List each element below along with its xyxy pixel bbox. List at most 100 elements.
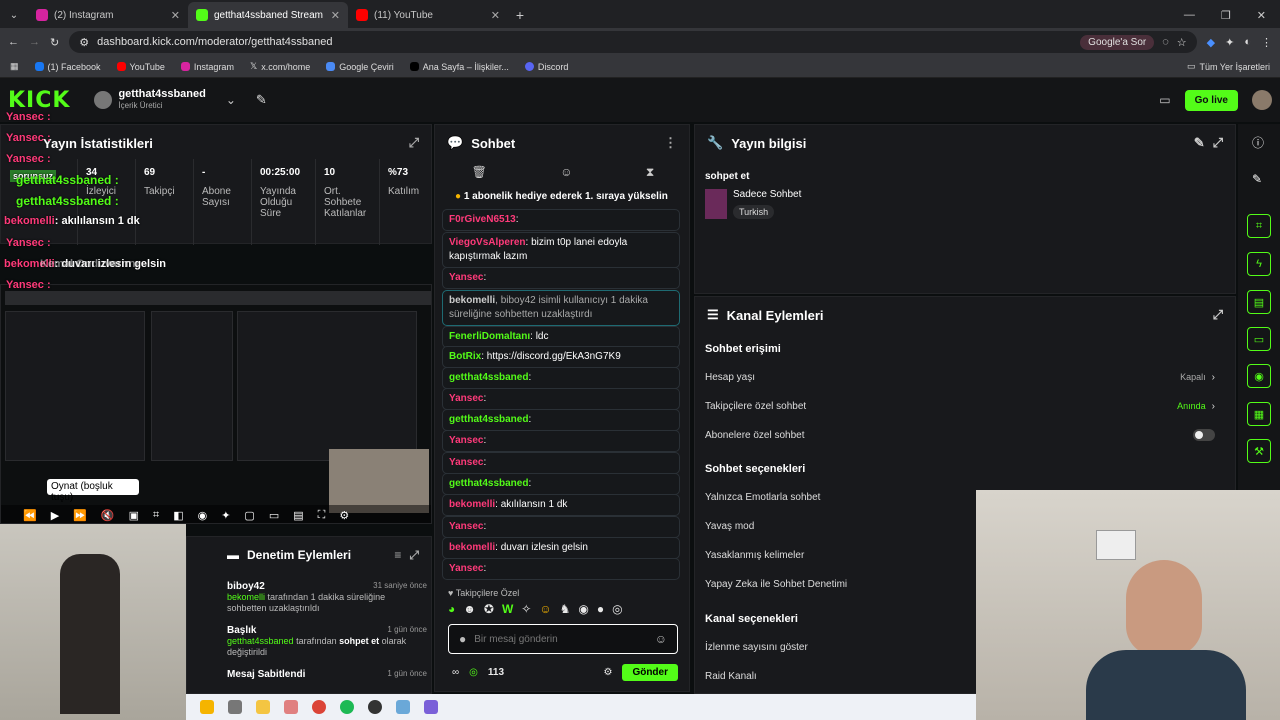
app-icon[interactable] xyxy=(284,700,298,714)
setting-emotes-only[interactable]: Yalnızca Emotlarla sohbet xyxy=(695,483,935,511)
eye-off-icon[interactable]: ◌ xyxy=(1162,36,1169,48)
filter-icon[interactable]: ≡ xyxy=(394,548,401,562)
app-icon[interactable] xyxy=(424,700,438,714)
tab-search-icon[interactable]: ⌄ xyxy=(0,2,28,28)
expand-icon[interactable]: ⤢ xyxy=(409,548,419,563)
setting-account-age[interactable]: Hesap yaşı Kapalı › xyxy=(695,363,1225,391)
minimize-icon[interactable]: — xyxy=(1184,9,1195,21)
spotify-icon[interactable] xyxy=(340,700,354,714)
chat-username[interactable]: ViegoVsAlperen xyxy=(449,237,526,248)
emote[interactable]: ◕ xyxy=(448,602,455,622)
info-icon[interactable]: ⓘ xyxy=(1252,134,1264,151)
pencil-icon[interactable]: ✎ xyxy=(1252,172,1262,186)
mute-icon[interactable]: 🔇 xyxy=(101,509,115,522)
chat-username[interactable]: getthat4ssbaned xyxy=(449,414,528,425)
sparkle-icon[interactable]: ✦ xyxy=(221,509,230,522)
setting-raid[interactable]: Raid Kanalı xyxy=(695,662,935,690)
reload-icon[interactable]: ↻ xyxy=(50,36,59,49)
fullscreen-icon[interactable]: ⛶ xyxy=(318,509,326,522)
bookmark-instagram[interactable]: Instagram xyxy=(180,62,234,72)
bookmark-x[interactable]: 𝕏x.com/home xyxy=(250,61,310,72)
new-tab-button[interactable]: + xyxy=(508,2,532,28)
user-avatar[interactable] xyxy=(1252,90,1272,110)
broadcast-icon[interactable]: ◉ xyxy=(1247,364,1271,388)
document-icon[interactable]: ▤ xyxy=(1247,290,1271,314)
emote[interactable]: ♞ xyxy=(560,602,571,622)
bookmark-star-icon[interactable]: ☆ xyxy=(1177,36,1187,49)
emote[interactable]: ✧ xyxy=(521,602,531,622)
emote[interactable]: ◎ xyxy=(612,602,622,622)
camera-icon[interactable]: ▣ xyxy=(129,509,139,522)
close-window-icon[interactable]: ✕ xyxy=(1257,9,1266,22)
folder-icon[interactable] xyxy=(256,700,270,714)
chat-username[interactable]: bekomelli xyxy=(449,295,495,306)
chat-username[interactable]: getthat4ssbaned xyxy=(449,478,528,489)
chat-username[interactable]: bekomelli xyxy=(449,542,495,553)
bookmark-youtube[interactable]: YouTube xyxy=(116,62,165,72)
bookmark-translate[interactable]: Google Çeviri xyxy=(326,62,394,72)
bookmark-facebook[interactable]: (1) Facebook xyxy=(34,62,101,72)
wrench-icon[interactable]: ⚒ xyxy=(1247,439,1271,463)
setting-subs-chat[interactable]: Abonelere özel sohbet xyxy=(695,421,1225,449)
chat-username[interactable]: Yansec xyxy=(449,521,483,532)
stream-preview[interactable]: Oynat (boşluk tuşu) ⏪ ▶ ⏩ 🔇 ▣ ⌗ ◧ ◉ ✦ ▢ ▭ ▤ ⛶ ⚙ xyxy=(0,284,432,524)
chevron-down-icon[interactable]: ⌄ xyxy=(226,93,236,107)
all-bookmarks[interactable]: ▭ Tüm Yer İşaretleri xyxy=(1187,61,1270,72)
tab-youtube[interactable]: (11) YouTube ✕ xyxy=(348,2,508,28)
expand-icon[interactable]: ⤢ xyxy=(1213,307,1223,323)
forward-icon[interactable]: → xyxy=(29,36,40,48)
play-icon[interactable]: ▶ xyxy=(51,509,59,522)
extension-icon[interactable]: ◆ xyxy=(1207,36,1215,49)
setting-view-count[interactable]: İzlenme sayısını göster xyxy=(695,633,935,661)
tab-instagram[interactable]: (2) Instagram ✕ xyxy=(28,2,188,28)
emote[interactable]: ● xyxy=(597,602,604,622)
emote[interactable]: W xyxy=(502,602,513,622)
clip-icon[interactable]: ◧ xyxy=(173,509,183,522)
setting-slow-mode[interactable]: Yavaş mod xyxy=(695,512,935,540)
chat-username[interactable]: Yansec xyxy=(449,563,483,574)
infinity-icon[interactable]: ∞ xyxy=(452,667,459,678)
screen-icon[interactable]: ▤ xyxy=(293,509,303,522)
expand-icon[interactable]: ⤢ xyxy=(409,135,419,151)
chat-username[interactable]: Yansec xyxy=(449,272,483,283)
obs-icon[interactable] xyxy=(368,700,382,714)
extensions-puzzle-icon[interactable]: ✦ xyxy=(1225,36,1234,49)
emote-icon[interactable]: ☺ xyxy=(560,165,572,180)
address-bar[interactable]: ⚙ dashboard.kick.com/moderator/getthat4s… xyxy=(69,31,1197,53)
task-view-icon[interactable] xyxy=(228,700,242,714)
emote[interactable]: ☺ xyxy=(539,602,551,622)
emote[interactable]: ✪ xyxy=(484,602,494,622)
chat-username[interactable]: Yansec xyxy=(449,393,483,404)
close-icon[interactable]: ✕ xyxy=(491,9,500,22)
bookmark-discord[interactable]: Discord xyxy=(524,62,568,72)
settings-gear-icon[interactable]: ⚙ xyxy=(339,509,349,522)
trash-icon[interactable]: 🗑 xyxy=(472,165,487,180)
chat-username[interactable]: BotRix xyxy=(449,351,481,362)
expand-icon[interactable]: ⤢ xyxy=(1213,135,1223,151)
setting-banned-words[interactable]: Yasaklanmış kelimeler xyxy=(695,541,935,569)
chat-icon[interactable]: ▭ xyxy=(1247,327,1271,351)
settings-gear-icon[interactable]: ⚙ xyxy=(603,667,612,678)
chat-username[interactable]: F0rGiveN6513 xyxy=(449,214,516,225)
kick-logo[interactable]: KICK xyxy=(8,88,70,113)
app-icon[interactable] xyxy=(396,700,410,714)
google-ask-button[interactable]: Google'a Sor xyxy=(1080,34,1155,50)
close-icon[interactable]: ✕ xyxy=(171,9,180,22)
toggle-switch[interactable] xyxy=(1193,429,1215,441)
emote[interactable]: ☻ xyxy=(463,602,476,622)
send-button[interactable]: Gönder xyxy=(622,663,678,681)
crop-icon[interactable]: ⌗ xyxy=(153,509,159,522)
chat-username[interactable]: getthat4ssbaned xyxy=(449,372,528,383)
lightning-icon[interactable]: ϟ xyxy=(1247,252,1271,276)
chat-username[interactable]: Yansec xyxy=(449,435,483,446)
profile-avatar[interactable]: ◐ xyxy=(1244,36,1251,48)
emote[interactable]: ◉ xyxy=(578,602,588,622)
back-icon[interactable]: ← xyxy=(8,36,19,48)
scan-icon[interactable]: ⌗ xyxy=(1247,214,1271,238)
hourglass-icon[interactable]: ⧗ xyxy=(646,165,654,180)
emoji-icon[interactable]: ☺ xyxy=(655,632,667,646)
theater-icon[interactable]: ▭ xyxy=(269,509,279,522)
close-icon[interactable]: ✕ xyxy=(331,9,340,22)
setting-ai-mod[interactable]: Yapay Zeka ile Sohbet Denetimi xyxy=(695,570,935,598)
chat-input[interactable]: ● Bir mesaj gönderin ☺ xyxy=(448,624,678,654)
